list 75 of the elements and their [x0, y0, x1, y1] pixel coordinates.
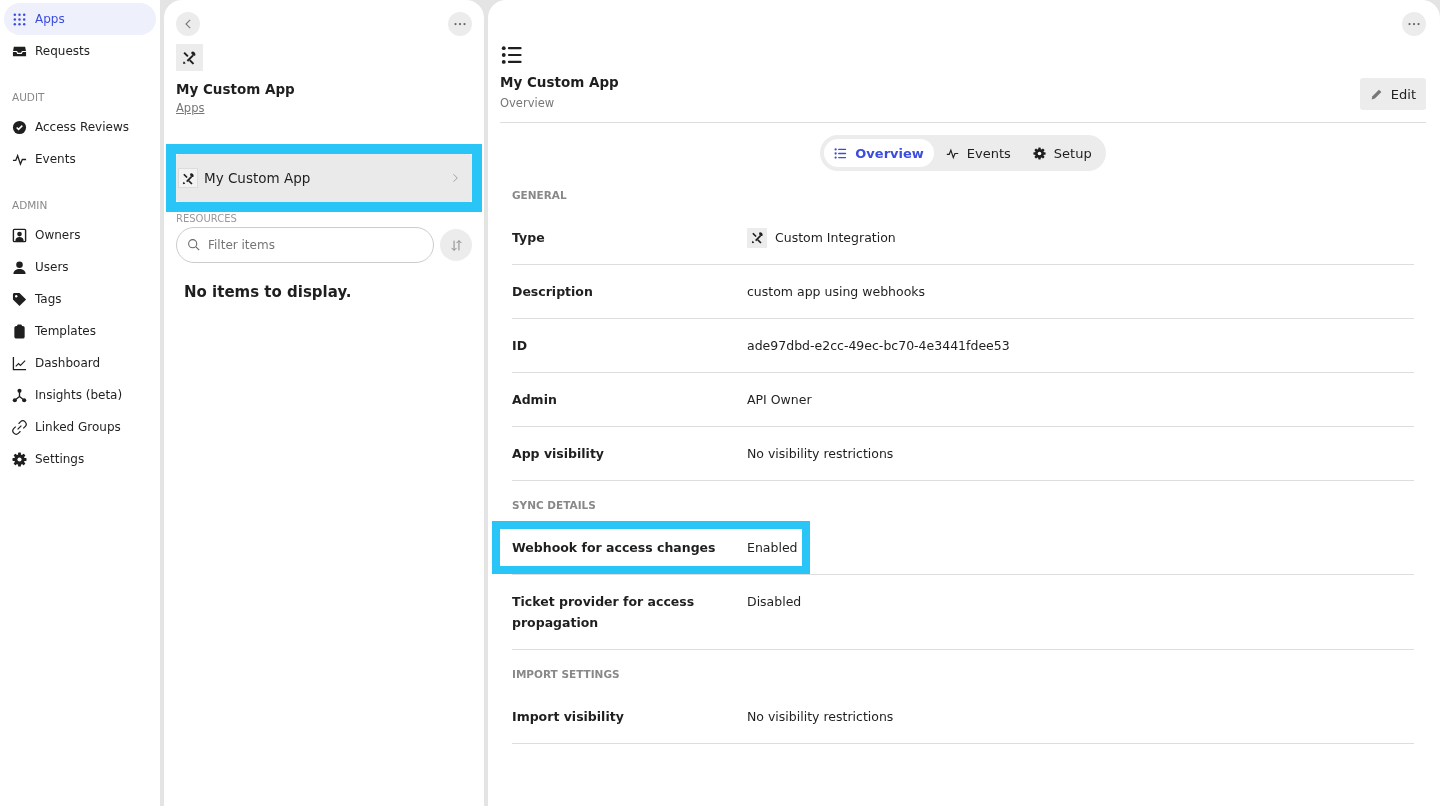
list-icon — [500, 44, 524, 66]
pulse-icon — [12, 151, 27, 167]
nav-item[interactable]: Users — [4, 251, 156, 283]
nav-item[interactable]: Templates — [4, 315, 156, 347]
link-icon — [12, 419, 27, 435]
field-value: Enabled — [747, 539, 798, 557]
settings-icon — [1032, 146, 1046, 160]
tab[interactable]: Setup — [1022, 139, 1102, 167]
field-label: Type — [512, 229, 546, 247]
more-icon — [1408, 22, 1420, 26]
field-value: No visibility restrictions — [747, 708, 894, 726]
more-button[interactable] — [1402, 12, 1426, 36]
section-heading: RESOURCES — [176, 213, 238, 224]
line-chart-icon — [12, 355, 27, 371]
section-heading: AUDIT — [11, 90, 46, 105]
tools-icon — [181, 171, 195, 185]
nav-item[interactable]: Access Reviews — [4, 111, 156, 143]
pulse-icon — [945, 146, 959, 160]
more-icon — [454, 22, 466, 26]
check-circle-icon — [12, 119, 27, 135]
clipboard-icon — [12, 323, 27, 339]
grid-icon — [12, 11, 27, 27]
section-heading: ADMIN — [11, 198, 49, 213]
chevron-left-icon — [184, 19, 192, 29]
chevron-right-icon — [452, 173, 458, 183]
resource-label: My Custom App — [204, 170, 312, 186]
panel-title: My Custom App — [176, 81, 296, 97]
portrait-icon — [12, 227, 27, 243]
tab[interactable]: Overview — [824, 139, 934, 167]
sort-button[interactable] — [440, 229, 472, 261]
nav-item[interactable]: Events — [4, 143, 156, 175]
settings-icon — [12, 451, 27, 467]
user-icon — [12, 259, 27, 275]
field-label: Webhook for access changes — [512, 539, 717, 557]
nav-item[interactable]: Linked Groups — [4, 411, 156, 443]
nav-item[interactable]: Dashboard — [4, 347, 156, 379]
search-icon — [187, 238, 200, 251]
pencil-icon — [1369, 87, 1383, 101]
nav-item[interactable]: Tags — [4, 283, 156, 315]
list-icon — [834, 146, 848, 160]
field-label: Description — [512, 283, 594, 301]
field-value: API Owner — [747, 391, 812, 409]
field-value: No visibility restrictions — [747, 445, 894, 463]
nav-item[interactable]: Owners — [4, 219, 156, 251]
search-field[interactable]: Filter items — [176, 227, 434, 263]
panel-subtitle: Overview — [500, 96, 556, 110]
field-value: ade97dbd-e2cc-49ec-bc70-4e3441fdee53 — [747, 337, 1010, 355]
nodes-icon — [12, 387, 27, 403]
nav-item[interactable]: Settings — [4, 443, 156, 475]
tools-icon — [750, 231, 764, 244]
nav-item[interactable]: Insights (beta) — [4, 379, 156, 411]
panel-title: My Custom App — [500, 74, 619, 90]
field-value: custom app using webhooks — [747, 283, 926, 301]
tag-icon — [12, 291, 27, 307]
edit-button[interactable]: Edit — [1359, 78, 1426, 110]
back-button[interactable] — [176, 12, 200, 36]
field-value: Disabled — [747, 593, 802, 611]
section-heading: IMPORT SETTINGS — [512, 667, 621, 682]
field-value: Custom Integration — [775, 229, 896, 247]
more-button[interactable] — [448, 12, 472, 36]
sort-icon — [449, 238, 463, 252]
empty-message: No items to display. — [184, 283, 353, 301]
field-label: Ticket provider for access propagation — [512, 593, 696, 632]
field-label: App visibility — [512, 445, 605, 463]
field-label: Import visibility — [512, 708, 625, 726]
field-label: ID — [512, 337, 529, 355]
nav-item[interactable]: Apps — [4, 3, 156, 35]
breadcrumb-link[interactable]: Apps — [176, 101, 205, 115]
section-heading: GENERAL — [512, 188, 568, 203]
resource-item[interactable]: My Custom App — [176, 154, 472, 202]
tab[interactable]: Events — [935, 139, 1021, 167]
section-heading: SYNC DETAILS — [512, 498, 597, 513]
field-label: Admin — [512, 391, 558, 409]
nav-item[interactable]: Requests — [4, 35, 156, 67]
tools-icon — [182, 50, 197, 65]
